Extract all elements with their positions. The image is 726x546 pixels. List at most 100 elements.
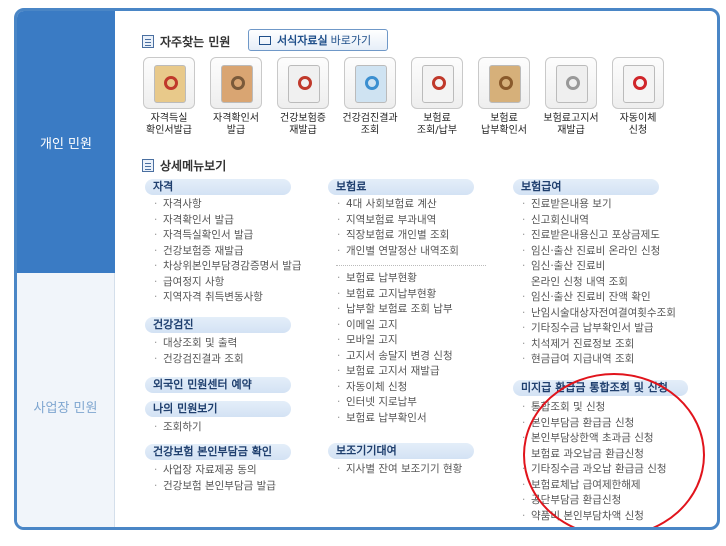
divider [336, 265, 486, 266]
menu-item[interactable]: 본인부담금 환급금 신청 [521, 416, 667, 432]
menu-item[interactable]: 4대 사회보험료 계산 [336, 197, 459, 213]
category-qualification[interactable]: 자격 [145, 179, 291, 195]
quick-link-3[interactable]: 건강보험증 재발급 [273, 57, 333, 137]
menu-item[interactable]: 건강보험 본인부담금 발급 [153, 479, 276, 495]
list-premium-b: 보험료 납부현황보험료 고지납부현황납부할 보험료 조회 납부이메일 고지모바일… [336, 271, 453, 426]
category-insurance-benefits[interactable]: 보험급여 [513, 179, 659, 195]
menu-item[interactable]: 보험료 고지납부현황 [336, 287, 453, 303]
sidebar-tab-personal[interactable]: 개인 민원 [17, 11, 115, 273]
sidebar-tab-personal-label: 개인 민원 [40, 137, 92, 152]
sidebar-tab-business[interactable]: 사업장 민원 [17, 273, 115, 527]
menu-item[interactable]: 약품비 본인부담차액 신청 [521, 509, 667, 525]
form-library-button[interactable]: 서식자료실 바로가기 [248, 29, 388, 51]
menu-item[interactable]: 인터넷 지로납부 [336, 395, 453, 411]
menu-item[interactable]: 개인별 연말정산 내역조회 [336, 244, 459, 260]
menu-item[interactable]: 이메일 고지 [336, 318, 453, 334]
document-clipboard-icon [210, 57, 262, 109]
menu-item[interactable]: 자격확인서 발급 [153, 213, 302, 229]
category-unpaid-refund[interactable]: 미지급 환급금 통합조회 및 신청 [513, 380, 688, 396]
menu-item[interactable]: 자격사항 [153, 197, 302, 213]
quick-link-7[interactable]: 보험료고지서 재발급 [541, 57, 601, 137]
category-label: 자격 [153, 180, 174, 193]
menu-item[interactable]: 납부할 보험료 조회 납부 [336, 302, 453, 318]
menu-item[interactable]: 지사별 잔여 보조기기 현황 [336, 462, 462, 478]
form-library-rest: 바로가기 [330, 34, 372, 47]
category-label: 보험급여 [521, 180, 562, 193]
quick-link-5[interactable]: 보험료 조회/납부 [407, 57, 467, 137]
folder-icon [259, 35, 271, 45]
bar-chart-icon [411, 57, 463, 109]
main-panel: 개인 민원 사업장 민원 자주찾는 민원 서식자료실 바로가기 자격득실 확인서… [14, 8, 720, 530]
menu-item[interactable]: 조회하기 [153, 420, 202, 436]
menu-item[interactable]: 직장보험료 개인별 조회 [336, 228, 459, 244]
menu-item[interactable]: 대상조회 및 출력 [153, 336, 244, 352]
menu-item[interactable]: 진료받은내용 보기 [521, 197, 676, 213]
certificate-icon [143, 57, 195, 109]
menu-item[interactable]: 보험료체납 급여제한해제 [521, 478, 667, 494]
menu-item[interactable]: 온라인 신청 내역 조회 [521, 275, 676, 291]
menu-item[interactable]: 지역자격 취득변동사항 [153, 290, 302, 306]
frequent-title: 자주찾는 민원 [160, 35, 231, 49]
health-checkup-icon [344, 57, 396, 109]
receipt-icon [545, 57, 597, 109]
content-area: 자주찾는 민원 서식자료실 바로가기 자격득실 확인서발급 자격확인서 발급 건강보… [115, 11, 717, 527]
menu-item[interactable]: 통합조회 및 신청 [521, 400, 667, 416]
quick-link-8[interactable]: 자동이체 신청 [608, 57, 668, 137]
menu-item[interactable]: 임신·출산 진료비 [521, 259, 676, 275]
menu-item[interactable]: 건강보험증 재발급 [153, 244, 302, 260]
menu-item[interactable]: 고지서 송달지 변경 신청 [336, 349, 453, 365]
category-my-complaints[interactable]: 나의 민원보기 [145, 401, 291, 417]
menu-item[interactable]: 자격득실확인서 발급 [153, 228, 302, 244]
menu-item[interactable]: 현금급여 지급내역 조회 [521, 352, 676, 368]
quick-link-label: 자격확인서 발급 [213, 113, 259, 136]
category-label: 미지급 환급금 통합조회 및 신청 [521, 381, 668, 394]
menu-item[interactable]: 기타징수금 납부확인서 발급 [521, 321, 676, 337]
menu-item[interactable]: 진료받은내용신고 포상금제도 [521, 228, 676, 244]
menu-item[interactable]: 본인부담상한액 초과금 신청 [521, 431, 667, 447]
menu-item[interactable]: 치석제거 진료정보 조회 [521, 337, 676, 353]
menu-item[interactable]: 자동이체 신청 [336, 380, 453, 396]
menu-item[interactable]: 기타징수금 과오납 환급금 신청 [521, 462, 667, 478]
insurance-card-icon [277, 57, 329, 109]
category-foreigner-reservation[interactable]: 외국인 민원센터 예약 [145, 377, 291, 393]
quick-link-2[interactable]: 자격확인서 발급 [206, 57, 266, 137]
list-copay-check: 사업장 자료제공 동의건강보험 본인부담금 발급 [153, 463, 276, 494]
menu-item[interactable]: 난임시술대상자전여결여횟수조회 [521, 306, 676, 322]
menu-item[interactable]: 모바일 고지 [336, 333, 453, 349]
menu-item[interactable]: 임신·출산 진료비 온라인 신청 [521, 244, 676, 260]
category-copay-check[interactable]: 건강보험 본인부담금 확인 [145, 444, 291, 460]
list-insurance-benefits: 진료받은내용 보기신고회신내역진료받은내용신고 포상금제도임신·출산 진료비 온… [521, 197, 676, 368]
document-icon [142, 159, 154, 172]
list-health-checkup: 대상조회 및 출력건강검진결과 조회 [153, 336, 244, 367]
menu-item[interactable]: 지역보험료 부과내역 [336, 213, 459, 229]
list-assistive-devices: 지사별 잔여 보조기기 현황 [336, 462, 462, 478]
detail-section-title: 상세메뉴보기 [142, 157, 226, 174]
menu-item[interactable]: 보험료 납부확인서 [336, 411, 453, 427]
form-library-bold: 서식자료실 [277, 34, 328, 47]
bookmark-icon [142, 35, 154, 48]
menu-item[interactable]: 사업장 자료제공 동의 [153, 463, 276, 479]
quick-link-4[interactable]: 건강검진결과 조회 [340, 57, 400, 137]
menu-item[interactable]: 보험료 납부현황 [336, 271, 453, 287]
list-qualification: 자격사항자격확인서 발급자격득실확인서 발급건강보험증 재발급차상위본인부담경감… [153, 197, 302, 306]
menu-item[interactable]: 보험료 과오납금 환급신청 [521, 447, 667, 463]
category-label: 보험료 [336, 180, 367, 193]
menu-item[interactable]: 차상위본인부담경감증명서 발급 [153, 259, 302, 275]
menu-item[interactable]: 보험료 고지서 재발급 [336, 364, 453, 380]
category-label: 보조기기대여 [336, 444, 397, 457]
frequent-section-title: 자주찾는 민원 [142, 33, 230, 50]
list-my-complaints: 조회하기 [153, 420, 202, 436]
quick-link-6[interactable]: 보험료 납부확인서 [474, 57, 534, 137]
menu-item[interactable]: 임신·출산 진료비 잔액 확인 [521, 290, 676, 306]
category-assistive-devices[interactable]: 보조기기대여 [328, 443, 474, 459]
menu-item[interactable]: 신고회신내역 [521, 213, 676, 229]
quick-link-label: 보험료 납부확인서 [481, 113, 527, 136]
quick-link-1[interactable]: 자격득실 확인서발급 [139, 57, 199, 137]
list-premium-a: 4대 사회보험료 계산지역보험료 부과내역직장보험료 개인별 조회개인별 연말정… [336, 197, 459, 259]
category-premium[interactable]: 보험료 [328, 179, 474, 195]
category-health-checkup[interactable]: 건강검진 [145, 317, 291, 333]
sidebar-tab-business-label: 사업장 민원 [33, 401, 98, 416]
menu-item[interactable]: 공단부담금 환급신청 [521, 493, 667, 509]
menu-item[interactable]: 건강검진결과 조회 [153, 352, 244, 368]
menu-item[interactable]: 급여정지 사항 [153, 275, 302, 291]
